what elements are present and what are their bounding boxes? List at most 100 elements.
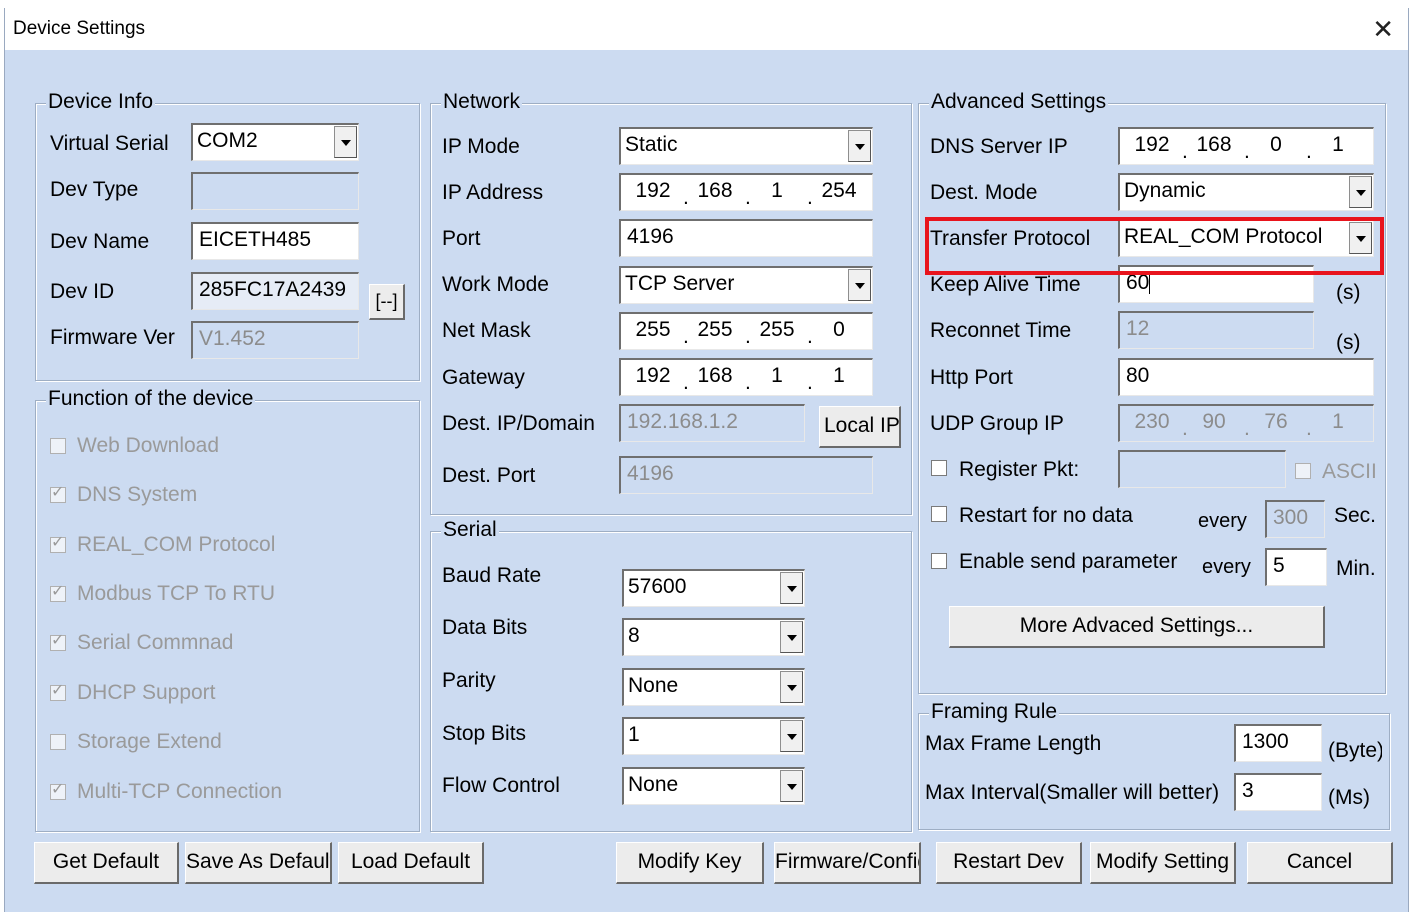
ip-octet[interactable]: 1 [755, 178, 799, 204]
ip-octet[interactable]: 1 [817, 363, 861, 389]
chevron-down-icon[interactable] [1349, 176, 1372, 208]
cancel-button[interactable]: Cancel [1247, 842, 1393, 884]
data-bits-label: Data Bits [442, 616, 528, 639]
ip-octet[interactable]: 255 [693, 317, 737, 343]
checkbox [50, 438, 66, 454]
ip-octet[interactable]: 255 [631, 317, 675, 343]
dest-port-field: 4196 [619, 456, 873, 494]
chevron-down-icon[interactable] [848, 130, 871, 162]
checkbox: ✓ [50, 781, 66, 800]
enable-every-label: every [1202, 556, 1251, 578]
restart-unit: Sec. [1334, 504, 1377, 527]
more-advanced-settings-button[interactable]: More Advaced Settings... [949, 606, 1325, 648]
port-field[interactable]: 4196 [619, 219, 873, 257]
chevron-down-icon[interactable] [780, 572, 803, 604]
dev-id-field: 285FC17A2439 [191, 272, 359, 310]
check-icon: ✓ [51, 632, 65, 649]
ip-octet[interactable]: 1 [1316, 132, 1360, 158]
work-mode-select[interactable]: TCP Server [619, 266, 873, 304]
http-port-field[interactable]: 80 [1118, 358, 1374, 396]
chevron-down-icon[interactable] [780, 720, 803, 752]
ip-mode-select[interactable]: Static [619, 127, 873, 165]
dev-name-field[interactable]: EICETH485 [191, 222, 359, 260]
modify-key-button[interactable]: Modify Key [616, 842, 764, 884]
function-item-real-com: REAL_COM Protocol [77, 533, 276, 556]
ip-address-field[interactable]: 192. 168. 1. 254 [619, 173, 873, 211]
ip-octet: 1 [1332, 410, 1344, 433]
function-item-storage-extend: Storage Extend [77, 730, 222, 753]
save-as-default-button[interactable]: Save As Default [185, 842, 332, 884]
ip-octet[interactable]: 168 [693, 363, 737, 389]
chevron-down-icon[interactable] [780, 671, 803, 703]
enable-unit: Min. [1336, 557, 1376, 580]
ip-address-label: IP Address [442, 181, 544, 204]
net-mask-field[interactable]: 255. 255. 255. 0 [619, 312, 873, 350]
firmware-config-button[interactable]: Firmware/Config [774, 842, 921, 884]
close-icon[interactable]: ✕ [1372, 14, 1394, 44]
ip-octet[interactable]: 1 [755, 363, 799, 389]
dest-mode-select[interactable]: Dynamic [1118, 173, 1374, 211]
ascii-checkbox [1295, 463, 1311, 479]
flow-control-label: Flow Control [442, 774, 560, 797]
checkbox: ✓ [50, 682, 66, 701]
stop-bits-select[interactable]: 1 [622, 717, 805, 755]
function-item-serial-command: Serial Commnad [77, 631, 234, 654]
chevron-down-icon[interactable] [848, 269, 871, 301]
max-frame-unit: (Byte) [1328, 739, 1382, 762]
checkbox [50, 734, 66, 750]
chevron-down-icon[interactable] [334, 126, 357, 158]
dest-mode-value: Dynamic [1124, 179, 1206, 202]
ip-octet: 230 [1134, 410, 1170, 433]
check-icon: ✓ [51, 484, 65, 501]
virtual-serial-select[interactable]: COM2 [191, 123, 359, 161]
ip-octet[interactable]: 0 [1254, 132, 1298, 158]
ip-octet[interactable]: 192 [1130, 132, 1174, 158]
register-pkt-checkbox[interactable] [931, 460, 947, 476]
ip-octet[interactable]: 0 [817, 317, 861, 343]
virtual-serial-value: COM2 [197, 129, 258, 152]
baud-rate-value: 57600 [628, 575, 687, 598]
ip-octet[interactable]: 254 [817, 178, 861, 204]
chevron-down-icon[interactable] [780, 621, 803, 653]
net-mask-label: Net Mask [442, 319, 531, 342]
ip-mode-label: IP Mode [442, 135, 520, 158]
dev-id-button[interactable]: [--] [369, 284, 405, 320]
restart-no-data-checkbox[interactable] [931, 506, 947, 522]
firmware-ver-field: V1.452 [191, 321, 359, 359]
load-default-button[interactable]: Load Default [338, 842, 484, 884]
function-item-dhcp: DHCP Support [77, 681, 216, 704]
ip-octet[interactable]: 168 [1192, 132, 1236, 158]
ascii-label: ASCII [1322, 460, 1377, 483]
parity-select[interactable]: None [622, 668, 805, 706]
max-frame-field[interactable]: 1300 [1234, 724, 1322, 762]
max-interval-field[interactable]: 3 [1234, 773, 1322, 811]
enable-send-label: Enable send parameter [959, 550, 1178, 573]
enable-interval-field[interactable]: 5 [1265, 548, 1327, 586]
ip-octet[interactable]: 192 [631, 363, 675, 389]
flow-control-select[interactable]: None [622, 767, 805, 805]
advanced-settings-legend: Advanced Settings [929, 89, 1109, 115]
local-ip-button[interactable]: Local IP [819, 406, 901, 448]
ip-mode-value: Static [625, 133, 678, 156]
dns-server-field[interactable]: 192. 168. 0. 1 [1118, 127, 1374, 165]
dev-id-label: Dev ID [50, 280, 115, 303]
ip-octet[interactable]: 168 [693, 178, 737, 204]
reconnect-time-field: 12 [1118, 311, 1314, 349]
get-default-button[interactable]: Get Default [34, 842, 179, 884]
udp-group-label: UDP Group IP [930, 412, 1064, 435]
baud-rate-select[interactable]: 57600 [622, 569, 805, 607]
gateway-field[interactable]: 192. 168. 1. 1 [619, 358, 873, 396]
checkbox: ✓ [50, 632, 66, 651]
chevron-down-icon[interactable] [780, 770, 803, 802]
dev-name-label: Dev Name [50, 230, 150, 253]
stop-bits-value: 1 [628, 723, 640, 746]
data-bits-select[interactable]: 8 [622, 618, 805, 656]
restart-dev-button[interactable]: Restart Dev [936, 842, 1082, 884]
function-item-web-download: Web Download [77, 434, 220, 457]
ip-octet[interactable]: 255 [755, 317, 799, 343]
ip-octet[interactable]: 192 [631, 178, 675, 204]
max-interval-unit: (Ms) [1328, 786, 1370, 809]
enable-send-checkbox[interactable] [931, 553, 947, 569]
modify-setting-button[interactable]: Modify Setting [1090, 842, 1236, 884]
check-icon: ✓ [51, 781, 65, 798]
